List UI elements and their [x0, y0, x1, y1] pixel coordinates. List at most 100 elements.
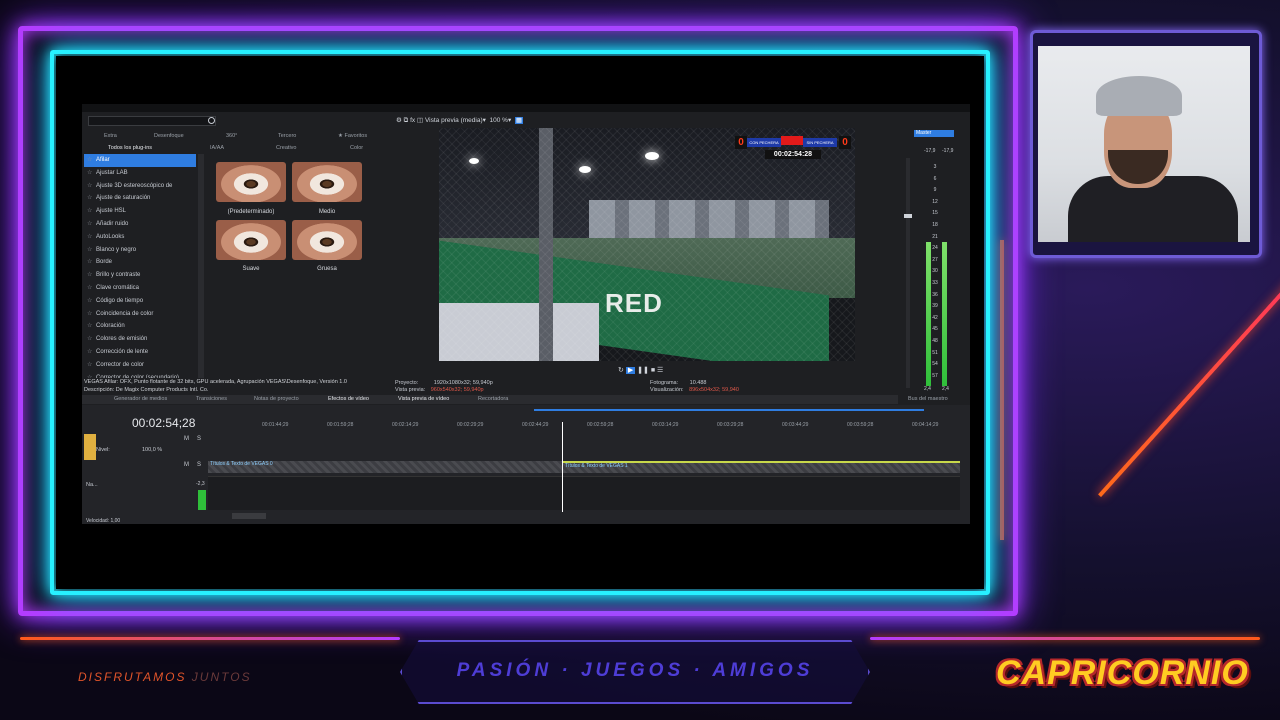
solo-button[interactable]: S: [197, 462, 201, 468]
plugin-item[interactable]: Afilar: [84, 154, 196, 167]
grid-icon[interactable]: ▦: [514, 117, 524, 124]
floodlight: [469, 158, 479, 164]
plugin-item[interactable]: Coincidencia de color: [84, 308, 196, 321]
clip-1[interactable]: Títulos & Texto de VEGAS 0: [208, 461, 562, 473]
plugin-search[interactable]: [88, 116, 216, 126]
plugin-info: VEGAS Afilar: OFX, Punto flotante de 32 …: [84, 379, 347, 385]
video-preview[interactable]: RED 0 CON PECHERA SIN PECHERA 0 00:02:54…: [439, 128, 855, 361]
master-fader[interactable]: [906, 158, 910, 388]
tab-tercero[interactable]: Tercero: [278, 133, 296, 139]
tab-generador[interactable]: Generador de medios: [114, 396, 167, 402]
h-scrollbar[interactable]: [232, 513, 266, 519]
preset-thumbnail-gruesa[interactable]: [292, 220, 362, 260]
tab-transiciones[interactable]: Transiciones: [196, 396, 227, 402]
meter-scale-label: 15: [932, 210, 938, 217]
search-icon[interactable]: [208, 117, 215, 124]
preview-mode-select[interactable]: Vista previa (media): [425, 117, 483, 124]
chevron-down-icon[interactable]: ▾: [483, 117, 486, 124]
ruler[interactable]: 00:01:44;29 00:01:59;28 00:02:14;29 00:02:2…: [208, 422, 960, 434]
floodlight: [645, 152, 659, 160]
plugin-list-scrollbar[interactable]: [198, 154, 204, 378]
tab-extra[interactable]: Extra: [104, 133, 117, 139]
preset-thumbnail-suave[interactable]: [216, 220, 286, 260]
tab-360[interactable]: 360°: [226, 133, 237, 139]
pause-icon[interactable]: ❚❚: [637, 367, 649, 374]
fx-icon[interactable]: fx: [410, 117, 415, 124]
plugin-item[interactable]: Corrección de lente: [84, 346, 196, 359]
tab-efectos[interactable]: Efectos de vídeo: [328, 396, 369, 402]
tab-recortadora[interactable]: Recortadora: [478, 396, 508, 402]
audio-track[interactable]: [208, 476, 960, 510]
master-fader-handle[interactable]: [904, 214, 912, 218]
tagline-b: JUNTOS: [191, 670, 252, 684]
plugin-item[interactable]: Ajuste 3D estereoscópico de: [84, 180, 196, 193]
track-thumb[interactable]: [84, 434, 96, 460]
solo-button[interactable]: S: [197, 436, 201, 442]
preset-thumbnail-medio[interactable]: [292, 162, 362, 202]
tab-vista-previa[interactable]: Vista previa de vídeo: [398, 396, 449, 402]
plugin-item[interactable]: Brillo y contraste: [84, 269, 196, 282]
meter-scale-label: 12: [932, 198, 938, 205]
plugin-item[interactable]: Colores de emisión: [84, 333, 196, 346]
webcam-view: [1038, 46, 1250, 242]
plugin-item[interactable]: Ajuste HSL: [84, 205, 196, 218]
plugin-item[interactable]: Blanco y negro: [84, 244, 196, 257]
gear-icon[interactable]: ⚙: [396, 117, 402, 124]
ruler-tick-label: 00:03:44;29: [782, 422, 809, 428]
menu-icon[interactable]: ☰: [657, 367, 663, 374]
playhead[interactable]: [562, 422, 563, 512]
play-icon[interactable]: ▶: [625, 367, 636, 374]
plugin-item[interactable]: Borde: [84, 256, 196, 269]
floodlight: [579, 166, 591, 173]
tab-color[interactable]: Color: [350, 145, 363, 151]
plugin-item[interactable]: Corrector de color: [84, 359, 196, 372]
tab-creativo[interactable]: Creativo: [276, 145, 296, 151]
plugin-item[interactable]: Coloración: [84, 320, 196, 333]
plugin-item[interactable]: Clave cromática: [84, 282, 196, 295]
tab-todos[interactable]: Todos los plug-ins: [108, 145, 152, 151]
team-away: SIN PECHERA: [803, 138, 837, 147]
plugin-list[interactable]: AfilarAjustar LABAjuste 3D estereoscópic…: [84, 154, 196, 378]
copy-icon[interactable]: ⧉: [404, 117, 409, 124]
bottom-glow-right: [870, 637, 1260, 640]
meter-left: [926, 242, 931, 386]
zoom-select[interactable]: 100 %: [490, 117, 508, 124]
preview-value: 960x540x32; 59,940p: [430, 387, 484, 393]
vegas-pro-window: Extra Desenfoque 360° Tercero ★ Favorito…: [82, 104, 970, 524]
score-away: 0: [839, 136, 851, 149]
clip-2[interactable]: Títulos & Texto de VEGAS 1: [563, 461, 960, 473]
chevron-down-icon[interactable]: ▾: [508, 117, 511, 124]
plugin-item[interactable]: Añadir ruido: [84, 218, 196, 231]
plugin-item[interactable]: Ajuste de saturación: [84, 192, 196, 205]
neon-streak: [1098, 226, 1280, 498]
stream-overlay: Extra Desenfoque 360° Tercero ★ Favorito…: [0, 0, 1280, 720]
ruler-tick-label: 00:02:44;29: [522, 422, 549, 428]
mute-button[interactable]: M: [184, 436, 189, 442]
master-bus: Master -17,9 -17,9 3 6 9 12 15 18 21 24 27 30 33 36…: [904, 116, 966, 394]
loop-icon[interactable]: ↻: [618, 367, 624, 374]
plugin-item[interactable]: Corrector de color (secundario): [84, 372, 196, 378]
frame-label: Fotograma:: [650, 380, 679, 386]
tab-desenfoque[interactable]: Desenfoque: [154, 133, 184, 139]
scoreboard: 0 CON PECHERA SIN PECHERA 0 00:02:54:28: [735, 136, 851, 160]
plugin-item[interactable]: Ajustar LAB: [84, 167, 196, 180]
preset-label: Suave: [242, 266, 260, 272]
preset-label: Gruesa: [317, 266, 337, 272]
mute-button[interactable]: M: [184, 462, 189, 468]
display-info: Fotograma: 10.488 Visualización: 896x504…: [650, 380, 739, 394]
tab-ia[interactable]: IA/AA: [210, 145, 224, 151]
plugin-item[interactable]: Código de tiempo: [84, 295, 196, 308]
clip-2-label: Títulos & Texto de VEGAS 1: [565, 463, 628, 469]
level-value: 100,0 %: [142, 447, 163, 453]
capricornio-logo: CAPRICORNIO: [996, 654, 1249, 692]
stop-icon[interactable]: ■: [651, 367, 655, 374]
star-icon: ★: [338, 133, 343, 139]
timeline-scroll-top[interactable]: [534, 409, 924, 411]
preset-thumbnail-default[interactable]: [216, 162, 286, 202]
tab-favoritos[interactable]: ★ Favoritos: [338, 133, 367, 139]
tab-bus-maestro[interactable]: Bus del maestro: [908, 396, 948, 402]
tab-notas[interactable]: Notas de proyecto: [254, 396, 299, 402]
split-icon[interactable]: ◫: [417, 117, 423, 124]
plugin-item[interactable]: AutoLooks: [84, 231, 196, 244]
clip-1-label: Títulos & Texto de VEGAS 0: [210, 461, 273, 467]
